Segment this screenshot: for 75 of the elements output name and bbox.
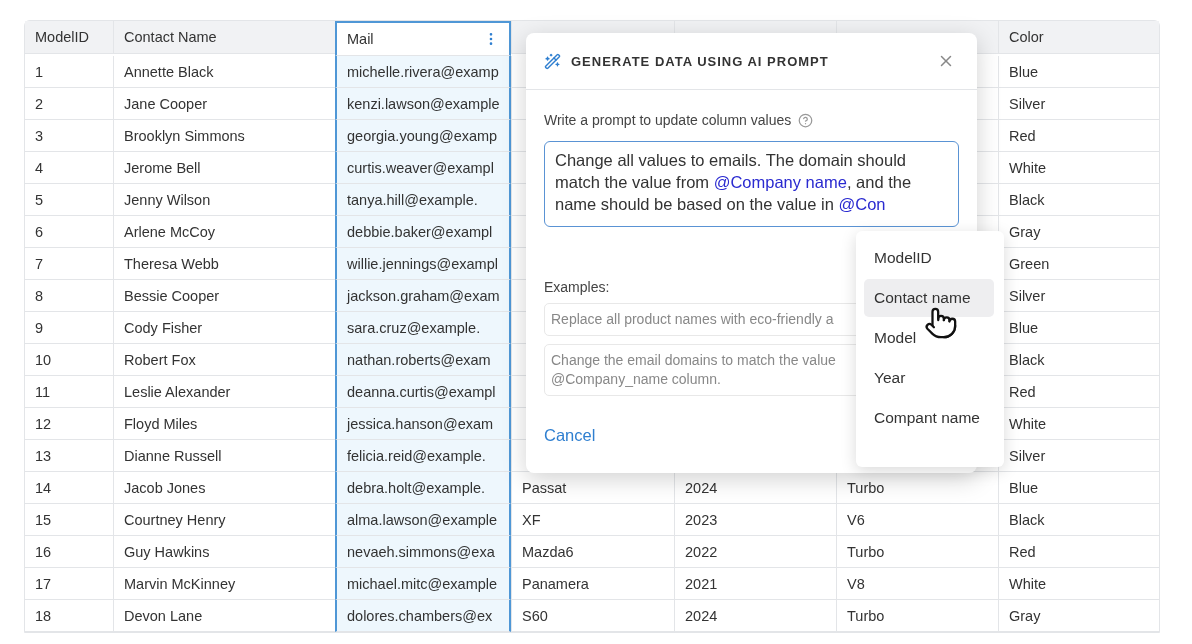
column-header[interactable]: ModelID xyxy=(25,21,113,54)
dialog-title: GENERATE DATA USING AI PROMPT xyxy=(571,53,830,69)
column-header[interactable]: Contact Name xyxy=(113,21,335,54)
table-cell: Passat xyxy=(511,472,674,504)
table-cell: jessica.hanson@exam xyxy=(335,408,511,440)
table-cell: Brooklyn Simmons xyxy=(113,120,335,152)
table-cell: tanya.hill@example. xyxy=(335,184,511,216)
table-cell: Blue xyxy=(998,56,1159,88)
cancel-button[interactable]: Cancel xyxy=(544,426,596,445)
table-cell: Floyd Miles xyxy=(113,408,335,440)
table-cell: Red xyxy=(998,536,1159,568)
table-cell: Blue xyxy=(998,472,1159,504)
table-cell: Gray xyxy=(998,600,1159,632)
table-cell: Arlene McCoy xyxy=(113,216,335,248)
table-cell: nathan.roberts@exam xyxy=(335,344,511,376)
table-cell: XF xyxy=(511,504,674,536)
table-cell: Theresa Webb xyxy=(113,248,335,280)
table-cell: 2023 xyxy=(674,504,836,536)
table-cell: Marvin McKinney xyxy=(113,568,335,600)
column-header[interactable]: Color xyxy=(998,21,1159,54)
table-cell: Jane Cooper xyxy=(113,88,335,120)
table-cell: nevaeh.simmons@exa xyxy=(335,536,511,568)
table-cell: debbie.baker@exampl xyxy=(335,216,511,248)
examples-label: Examples: xyxy=(544,279,610,295)
table-cell: V6 xyxy=(836,504,998,536)
table-cell: S60 xyxy=(511,600,674,632)
table-cell: 2024 xyxy=(674,600,836,632)
table-cell: felicia.reid@example. xyxy=(335,440,511,472)
table-cell: deanna.curtis@exampl xyxy=(335,376,511,408)
table-cell: White xyxy=(998,152,1159,184)
table-cell: curtis.weaver@exampl xyxy=(335,152,511,184)
table-cell: Annette Black xyxy=(113,56,335,88)
table-cell: willie.jennings@exampl xyxy=(335,248,511,280)
table-cell: Guy Hawkins xyxy=(113,536,335,568)
hand-cursor-icon xyxy=(924,306,958,340)
table-cell: sara.cruz@example. xyxy=(335,312,511,344)
table-cell: kenzi.lawson@example xyxy=(335,88,511,120)
table-cell: 2024 xyxy=(674,472,836,504)
table-cell: Turbo xyxy=(836,472,998,504)
prompt-label: Write a prompt to update column values xyxy=(544,112,792,128)
table-cell: 2021 xyxy=(674,568,836,600)
table-cell: jackson.graham@exam xyxy=(335,280,511,312)
table-cell: georgia.young@examp xyxy=(335,120,511,152)
table-cell: Robert Fox xyxy=(113,344,335,376)
table-cell: debra.holt@example. xyxy=(335,472,511,504)
table-cell: Jenny Wilson xyxy=(113,184,335,216)
table-cell: michael.mitc@example xyxy=(335,568,511,600)
help-icon[interactable] xyxy=(798,112,814,128)
table-cell: Devon Lane xyxy=(113,600,335,632)
table-cell: Courtney Henry xyxy=(113,504,335,536)
table-cell: Red xyxy=(998,120,1159,152)
menu-item[interactable]: Contact name xyxy=(864,279,994,317)
table-cell: michelle.rivera@examp xyxy=(335,56,511,88)
table-cell: Black xyxy=(998,184,1159,216)
table-cell: Turbo xyxy=(836,536,998,568)
table-cell: alma.lawson@example xyxy=(335,504,511,536)
table-cell: Bessie Cooper xyxy=(113,280,335,312)
table-cell: V8 xyxy=(836,568,998,600)
table-cell: Silver xyxy=(998,88,1159,120)
table-cell: Black xyxy=(998,504,1159,536)
table-cell: 2022 xyxy=(674,536,836,568)
column-header[interactable]: Mail xyxy=(335,21,511,56)
table-cell: White xyxy=(998,568,1159,600)
table-cell: dolores.chambers@ex xyxy=(335,600,511,632)
prompt-input[interactable]: Change all values to emails. The domain should match the value from @Company name, and the name should be based on the value in @Con xyxy=(544,141,959,227)
table-cell: Leslie Alexander xyxy=(113,376,335,408)
magic-wand-icon xyxy=(544,52,561,70)
table-cell: Jacob Jones xyxy=(113,472,335,504)
table-cell: Mazda6 xyxy=(511,536,674,568)
table-cell: Gray xyxy=(998,216,1159,248)
table-cell: Panamera xyxy=(511,568,674,600)
table-cell: Jerome Bell xyxy=(113,152,335,184)
table-cell: Dianne Russell xyxy=(113,440,335,472)
table-cell: Turbo xyxy=(836,600,998,632)
table-cell: Cody Fisher xyxy=(113,312,335,344)
